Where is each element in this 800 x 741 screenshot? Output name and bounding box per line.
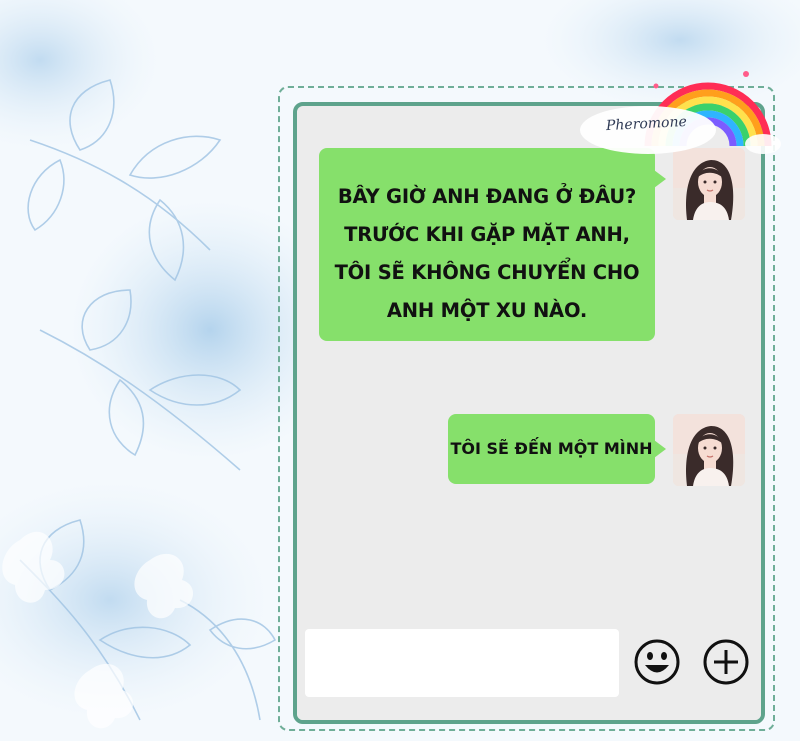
- avatar[interactable]: [673, 414, 745, 486]
- message-input[interactable]: [305, 629, 619, 697]
- plus-circle-icon: [703, 639, 749, 685]
- bubble-tail: [654, 170, 666, 188]
- message-bubble: TÔI SẼ ĐẾN MỘT MÌNH: [448, 414, 666, 484]
- message-line: TRƯỚC KHI GẶP MẶT ANH,: [344, 223, 630, 246]
- message-line: ANH MỘT XU NÀO.: [386, 299, 588, 322]
- woman-portrait-icon: [673, 414, 745, 486]
- message-list: BÂY GIỜ ANH ĐANG Ở ĐÂU? TRƯỚC KHI GẶP MẶ…: [297, 106, 761, 606]
- message-line: BÂY GIỜ ANH ĐANG Ở ĐÂU?: [337, 185, 637, 208]
- smiley-face-icon: [634, 639, 680, 685]
- message-bubble: BÂY GIỜ ANH ĐANG Ở ĐÂU? TRƯỚC KHI GẶP MẶ…: [319, 148, 666, 341]
- bubble-tail: [654, 440, 666, 458]
- message-input-bar: [297, 611, 761, 720]
- pheromone-watermark-logo: Pheromone: [578, 66, 783, 166]
- add-attachment-button[interactable]: [702, 638, 750, 686]
- emoji-button[interactable]: [633, 638, 681, 686]
- message-line: TÔI SẼ ĐẾN MỘT MÌNH: [450, 439, 653, 458]
- chat-window: BÂY GIỜ ANH ĐANG Ở ĐÂU? TRƯỚC KHI GẶP MẶ…: [293, 102, 765, 724]
- message-line: TÔI SẼ KHÔNG CHUYỂN CHO: [334, 261, 640, 284]
